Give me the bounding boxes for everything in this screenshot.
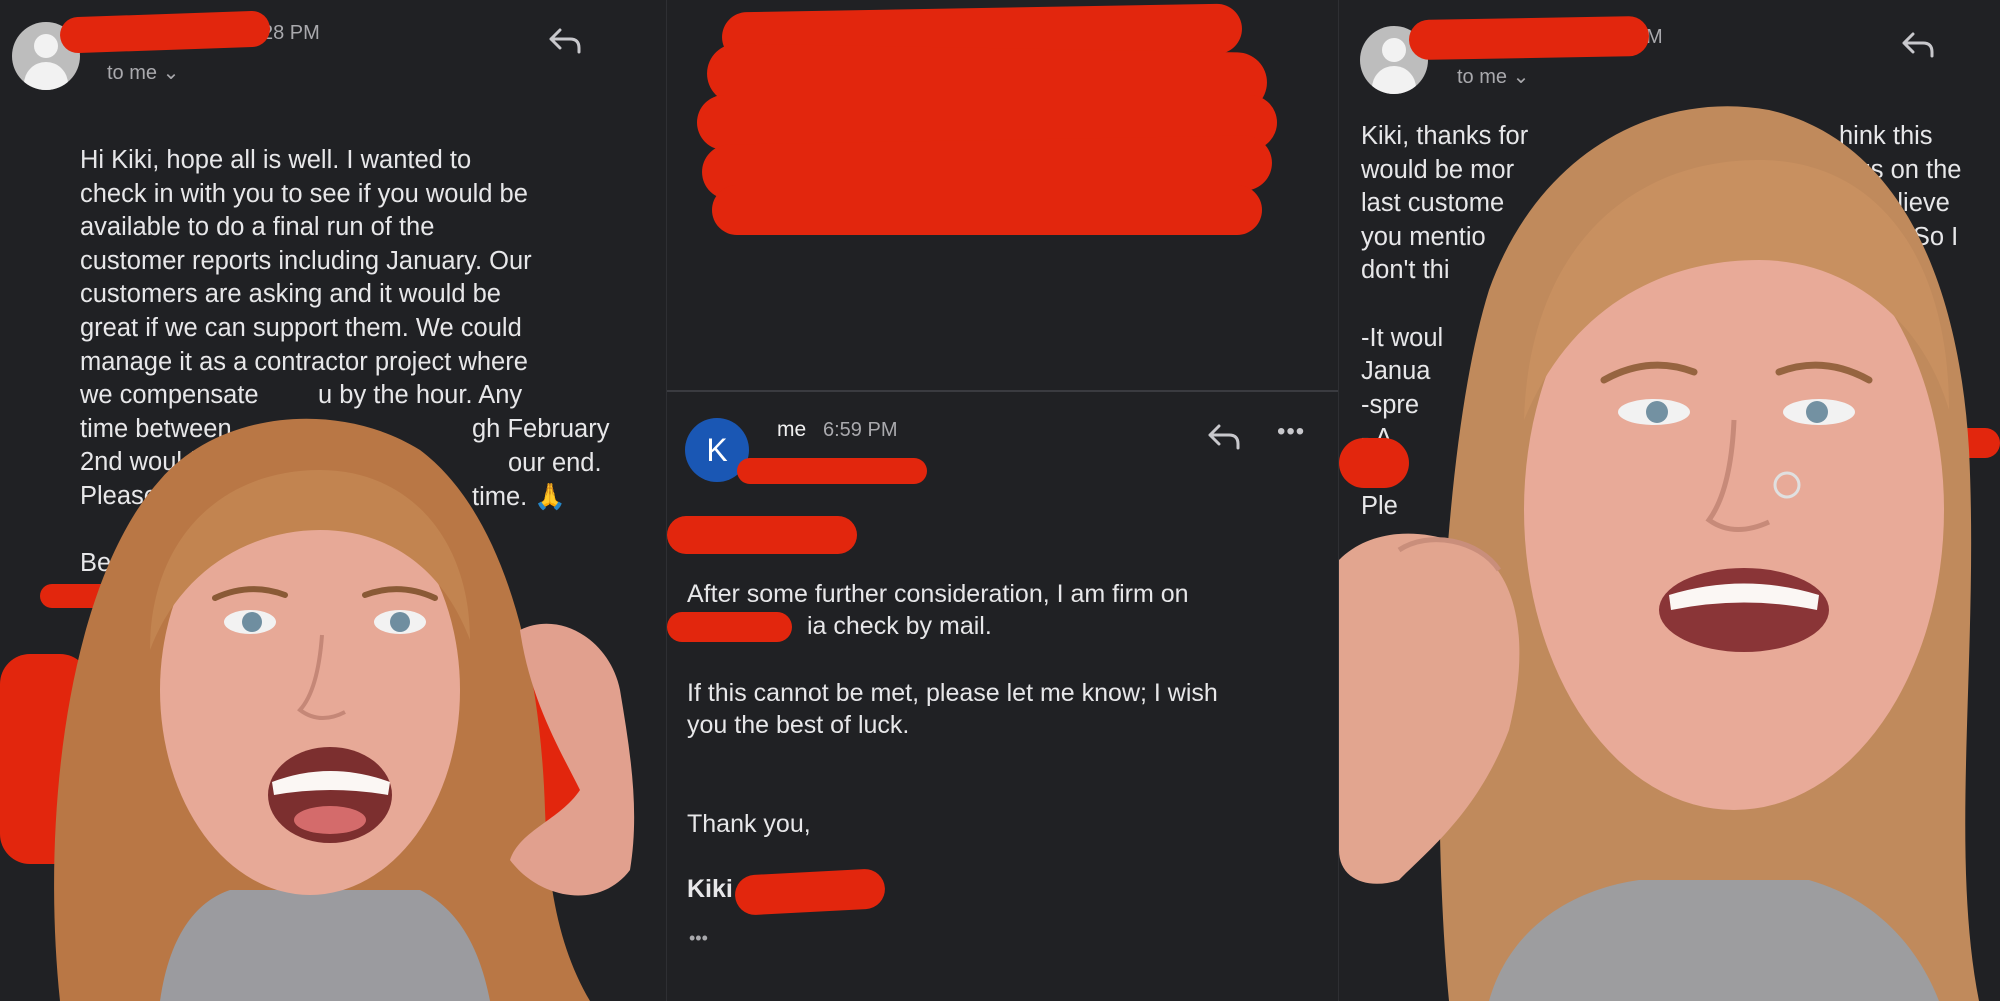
email-time: 28 PM bbox=[262, 22, 320, 44]
show-trimmed-content-icon[interactable]: ••• bbox=[689, 922, 708, 954]
body-line: manage it as a contractor project where bbox=[80, 347, 528, 376]
recipient-to-me[interactable]: to me ⌄ bbox=[1457, 64, 1529, 89]
message-thanks: Thank you, bbox=[687, 810, 811, 838]
redaction-mark bbox=[667, 612, 792, 642]
recipient-to-me[interactable]: to me ⌄ bbox=[107, 60, 179, 85]
more-options-icon[interactable]: ••• bbox=[1277, 420, 1305, 444]
body-line: customer reports including January. Our bbox=[80, 246, 532, 275]
message-signature: Kiki bbox=[687, 875, 733, 903]
reply-icon[interactable] bbox=[548, 28, 582, 54]
email-panel-right: 1 PM to me ⌄ Kiki, thanks for would be m… bbox=[1339, 0, 2000, 1001]
redaction-mark bbox=[734, 868, 886, 916]
body-line: available to do a final run of the bbox=[80, 213, 435, 242]
reply-icon[interactable] bbox=[1901, 32, 1935, 58]
avatar-letter: K bbox=[706, 431, 728, 468]
body-line: customers are asking and it would be bbox=[80, 280, 501, 309]
email-time: 6:59 PM bbox=[823, 419, 898, 441]
email-panel-left: 28 PM to me ⌄ Hi Kiki, hope all is well.… bbox=[0, 0, 667, 1001]
sender-name: me bbox=[777, 418, 807, 441]
redaction-mark bbox=[59, 10, 271, 54]
email-panel-middle: K me 6:59 PM ••• After some further cons… bbox=[667, 0, 1339, 1001]
message-line: After some further consideration, I am f… bbox=[687, 580, 1189, 608]
body-line: great if we can support them. We could bbox=[80, 313, 522, 342]
person-video-overlay bbox=[1339, 106, 1979, 1001]
redaction-mark bbox=[712, 185, 1262, 235]
message-line: you the best of luck. bbox=[687, 711, 910, 739]
reply-icon[interactable] bbox=[1207, 424, 1241, 450]
redaction-mark bbox=[737, 458, 927, 484]
message-separator bbox=[667, 390, 1339, 392]
body-line: Hi Kiki, hope all is well. I wanted to bbox=[80, 146, 472, 174]
redaction-mark bbox=[1408, 15, 1650, 61]
message-paragraph-2: If this cannot be met, please let me kno… bbox=[687, 677, 1218, 741]
person-video-overlay bbox=[54, 418, 635, 1001]
body-line: check in with you to see if you would be bbox=[80, 179, 528, 208]
redaction-mark bbox=[667, 516, 857, 554]
message-line: If this cannot be met, please let me kno… bbox=[687, 679, 1218, 707]
